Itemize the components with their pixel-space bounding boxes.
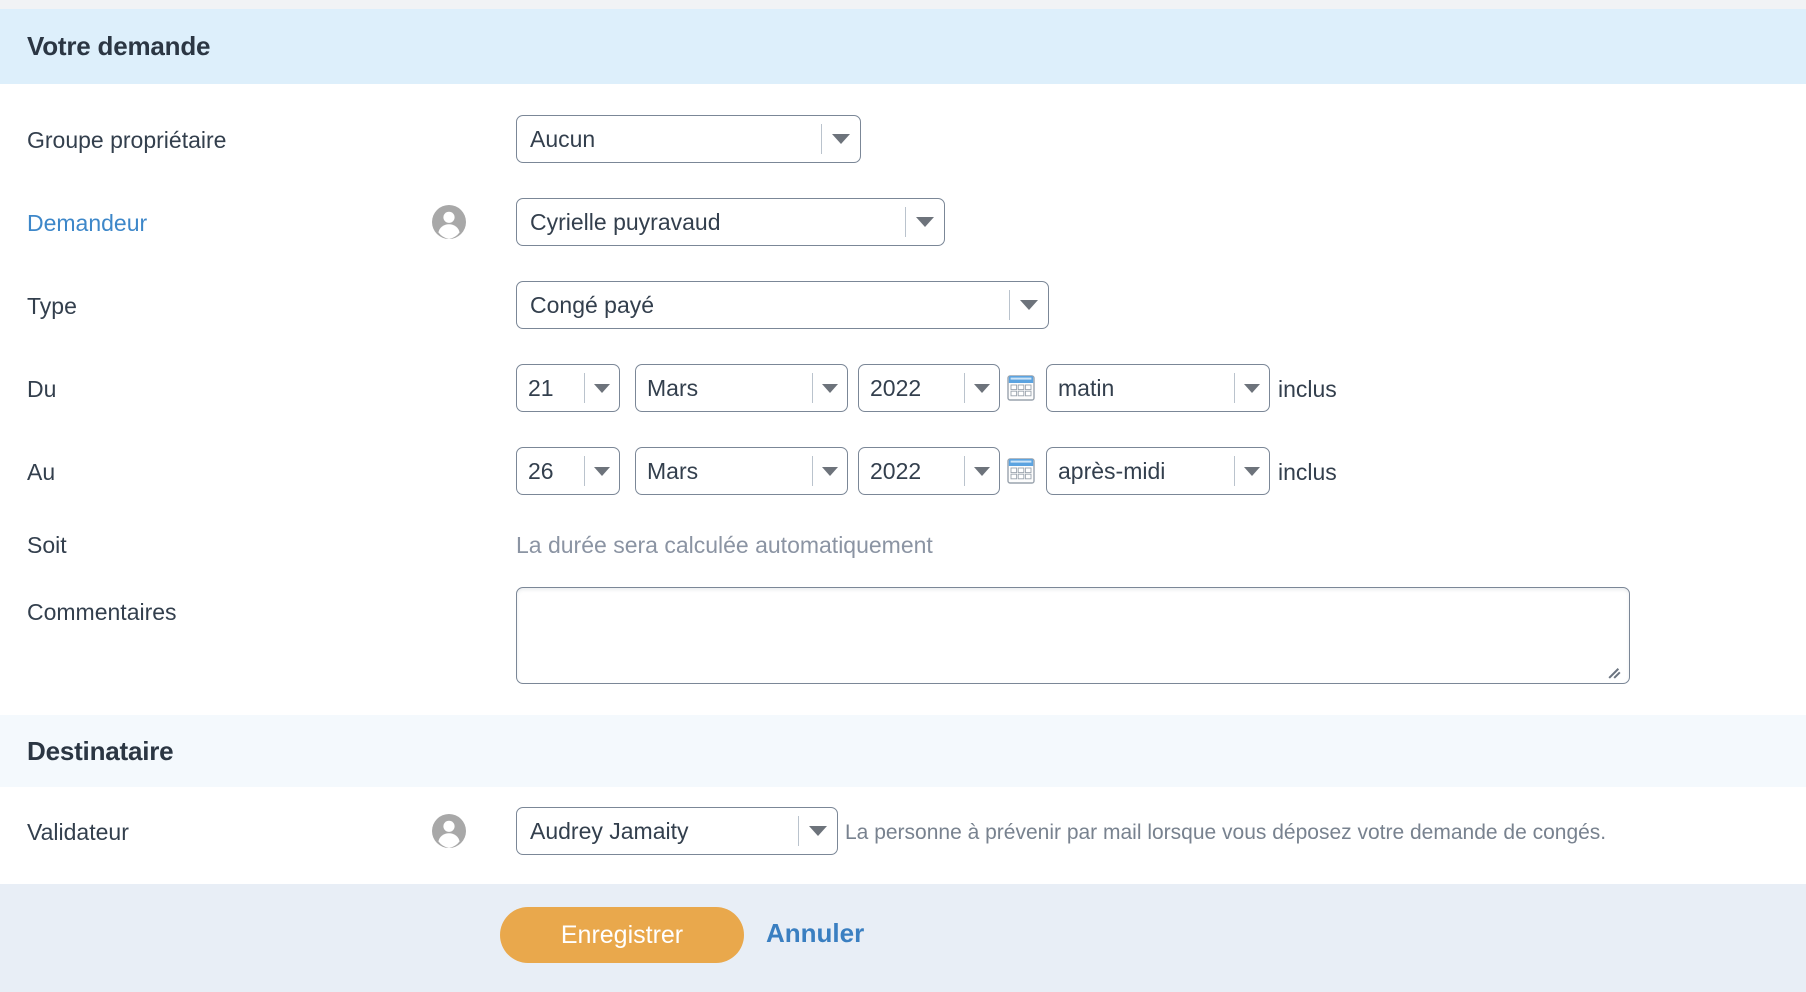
from-inclusive-suffix: inclus <box>1278 376 1337 402</box>
cancel-button[interactable]: Annuler <box>766 918 864 949</box>
validator-select[interactable]: Audrey Jamaity <box>516 807 838 855</box>
to-year-select[interactable]: 2022 <box>858 447 1000 495</box>
chevron-down-icon[interactable] <box>906 199 944 245</box>
calendar-icon[interactable] <box>1007 374 1035 402</box>
chevron-down-icon[interactable] <box>813 448 847 494</box>
to-period-value: après-midi <box>1058 457 1166 484</box>
label-comments: Commentaires <box>27 599 177 625</box>
chevron-down-icon[interactable] <box>799 808 837 854</box>
to-day-select[interactable]: 26 <box>516 447 620 495</box>
chevron-down-icon[interactable] <box>585 365 619 411</box>
form-footer: Enregistrer Annuler <box>0 884 1806 992</box>
requester-select[interactable]: Cyrielle puyravaud <box>516 198 945 246</box>
from-month-value: Mars <box>647 374 699 401</box>
from-day-value: 21 <box>528 374 554 401</box>
to-month-value: Mars <box>647 457 699 484</box>
owner-group-value: Aucun <box>530 125 596 152</box>
save-button[interactable]: Enregistrer <box>500 907 744 963</box>
section-header-request: Votre demande <box>0 9 1806 84</box>
row-validator: Validateur Audrey Jamaity La personne à … <box>0 807 1806 855</box>
to-year-value: 2022 <box>870 457 922 484</box>
section-title-request: Votre demande <box>27 31 211 61</box>
row-date-to: Au 26 Mars 2022 après-midi inclus <box>0 447 1806 495</box>
from-period-value: matin <box>1058 374 1115 401</box>
from-day-select[interactable]: 21 <box>516 364 620 412</box>
type-select[interactable]: Congé payé <box>516 281 1049 329</box>
to-day-value: 26 <box>528 457 554 484</box>
chevron-down-icon[interactable] <box>585 448 619 494</box>
from-period-select[interactable]: matin <box>1046 364 1270 412</box>
from-year-value: 2022 <box>870 374 922 401</box>
duration-auto-text: La durée sera calculée automatiquement <box>516 532 933 558</box>
to-month-select[interactable]: Mars <box>635 447 848 495</box>
from-year-select[interactable]: 2022 <box>858 364 1000 412</box>
row-date-from: Du 21 Mars 2022 matin inclus <box>0 364 1806 412</box>
row-owner-group: Groupe propriétaire Aucun <box>0 115 1806 163</box>
requester-value: Cyrielle puyravaud <box>530 208 721 235</box>
chevron-down-icon[interactable] <box>965 448 999 494</box>
label-validator: Validateur <box>27 819 129 845</box>
chevron-down-icon[interactable] <box>813 365 847 411</box>
person-avatar-icon <box>431 204 467 240</box>
from-month-select[interactable]: Mars <box>635 364 848 412</box>
label-duration: Soit <box>27 532 67 558</box>
leave-request-form-page: Votre demande Groupe propriétaire Aucun … <box>0 0 1806 992</box>
comments-textarea[interactable] <box>516 587 1630 684</box>
validator-hint: La personne à prévenir par mail lorsque … <box>845 821 1607 844</box>
chevron-down-icon[interactable] <box>822 116 860 162</box>
label-date-from: Du <box>27 376 57 402</box>
owner-group-select[interactable]: Aucun <box>516 115 861 163</box>
row-comments: Commentaires <box>0 587 1806 687</box>
to-period-select[interactable]: après-midi <box>1046 447 1270 495</box>
row-duration: Soit La durée sera calculée automatiquem… <box>0 525 1806 565</box>
top-strip <box>0 0 1806 9</box>
label-type: Type <box>27 293 77 319</box>
chevron-down-icon[interactable] <box>1235 448 1269 494</box>
section-title-recipient: Destinataire <box>27 735 174 766</box>
person-avatar-icon <box>431 813 467 849</box>
section-header-recipient: Destinataire <box>0 715 1806 787</box>
validator-value: Audrey Jamaity <box>530 817 689 844</box>
row-requester: Demandeur Cyrielle puyravaud <box>0 198 1806 246</box>
row-type: Type Congé payé <box>0 281 1806 329</box>
calendar-icon[interactable] <box>1007 457 1035 485</box>
type-value: Congé payé <box>530 291 655 318</box>
chevron-down-icon[interactable] <box>965 365 999 411</box>
label-requester[interactable]: Demandeur <box>27 210 147 237</box>
label-owner-group: Groupe propriétaire <box>27 127 227 153</box>
to-inclusive-suffix: inclus <box>1278 459 1337 485</box>
label-date-to: Au <box>27 459 56 485</box>
chevron-down-icon[interactable] <box>1235 365 1269 411</box>
chevron-down-icon[interactable] <box>1010 282 1048 328</box>
